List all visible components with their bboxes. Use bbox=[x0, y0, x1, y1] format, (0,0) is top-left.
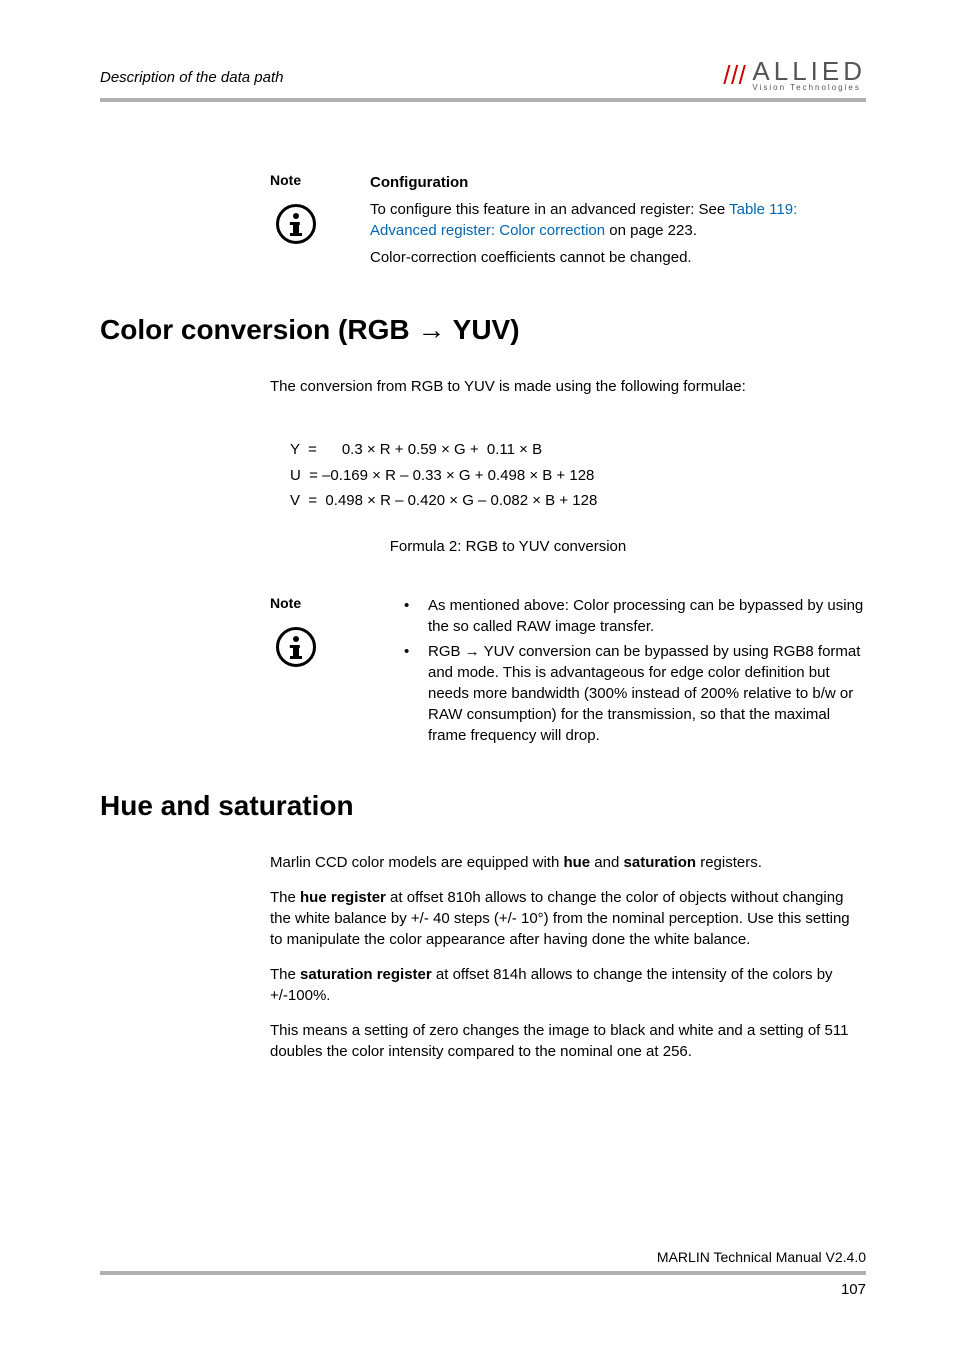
note-label: Note bbox=[270, 172, 370, 188]
page-number: 107 bbox=[100, 1281, 866, 1298]
info-icon bbox=[276, 204, 316, 244]
hue-register-paragraph: The hue register at offset 810h allows t… bbox=[270, 887, 866, 950]
formula-y: Y = 0.3 × R + 0.59 × G + 0.11 × B bbox=[290, 437, 866, 463]
note-text-part: on page 223. bbox=[605, 222, 697, 239]
note-bullet: RGB → YUV conversion can be bypassed by … bbox=[400, 641, 866, 746]
heading-color-conversion: Color conversion (RGB → YUV) bbox=[100, 314, 866, 346]
formula-v: V = 0.498 × R – 0.420 × G – 0.082 × B + … bbox=[290, 488, 866, 514]
formula-caption: Formula 2: RGB to YUV conversion bbox=[100, 538, 866, 555]
note-bullet: As mentioned above: Color processing can… bbox=[400, 595, 866, 637]
logo-name: ALLIED bbox=[752, 58, 866, 84]
formula-block: Y = 0.3 × R + 0.59 × G + 0.11 × B U = –0… bbox=[290, 437, 866, 514]
footer-doc-title: MARLIN Technical Manual V2.4.0 bbox=[100, 1249, 866, 1265]
page-footer: MARLIN Technical Manual V2.4.0 107 bbox=[100, 1249, 866, 1298]
header-rule bbox=[100, 98, 866, 102]
note-label: Note bbox=[270, 595, 370, 611]
note-text: Color-correction coefficients cannot be … bbox=[370, 247, 866, 268]
note-configuration: Note Configuration To configure this fea… bbox=[270, 172, 866, 274]
logo-slashes-icon: /// bbox=[723, 60, 746, 91]
formula-u: U = –0.169 × R – 0.33 × G + 0.498 × B + … bbox=[290, 463, 866, 489]
hue-paragraph: Marlin CCD color models are equipped wit… bbox=[270, 852, 866, 873]
intro-paragraph: The conversion from RGB to YUV is made u… bbox=[270, 376, 866, 397]
heading-hue-saturation: Hue and saturation bbox=[100, 790, 866, 822]
footer-rule bbox=[100, 1271, 866, 1275]
info-icon bbox=[276, 627, 316, 667]
logo-tagline: Vision Technologies bbox=[752, 84, 866, 92]
note-text: To configure this feature in an advanced… bbox=[370, 199, 866, 241]
saturation-register-paragraph: The saturation register at offset 814h a… bbox=[270, 964, 866, 1006]
note-heading: Configuration bbox=[370, 172, 866, 193]
brand-logo: /// ALLIED Vision Technologies bbox=[723, 58, 866, 92]
note-text-part: To configure this feature in an advanced… bbox=[370, 201, 729, 218]
page-header: Description of the data path /// ALLIED … bbox=[100, 58, 866, 92]
note-bypass: Note As mentioned above: Color processin… bbox=[270, 595, 866, 750]
section-title: Description of the data path bbox=[100, 69, 283, 92]
saturation-description: This means a setting of zero changes the… bbox=[270, 1020, 866, 1062]
